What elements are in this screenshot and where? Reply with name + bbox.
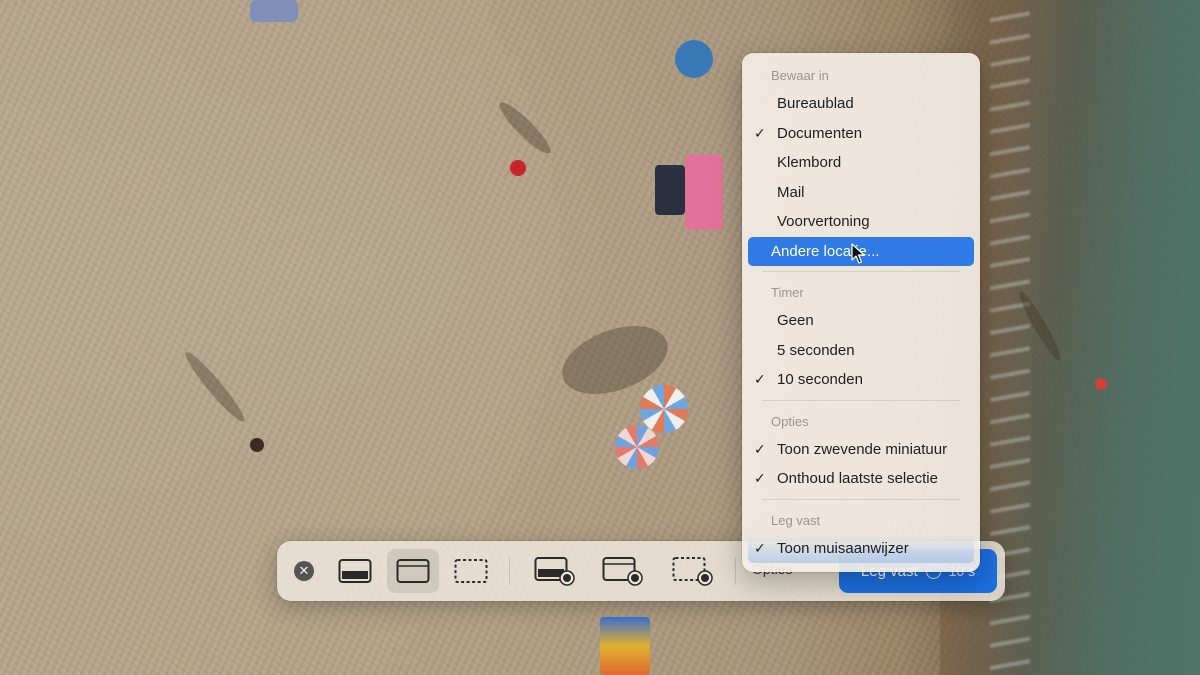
menu-item-label: Documenten	[777, 124, 863, 142]
toolbar-divider	[735, 557, 736, 585]
menu-item-label: 5 seconden	[777, 341, 855, 359]
menu-separator	[762, 271, 960, 272]
beach-umbrella	[675, 40, 713, 78]
menu-item-label: Geen	[777, 312, 814, 329]
capture-selected-portion-button[interactable]	[445, 549, 497, 593]
beach-towel	[655, 165, 685, 215]
menu-section-header-options: Opties	[771, 413, 809, 429]
record-entire-screen-button[interactable]	[529, 549, 581, 593]
checkmark-icon: ✓	[754, 371, 766, 387]
beach-person	[510, 160, 526, 176]
menu-item-desktop[interactable]: Bureaublad	[748, 89, 974, 119]
capture-selected-window-icon	[396, 559, 430, 583]
menu-item-timer-10s[interactable]: ✓ 10 seconden	[748, 365, 974, 395]
record-selected-portion-button[interactable]	[667, 549, 719, 593]
beach-shadow	[180, 348, 250, 426]
close-icon: ✕	[298, 563, 310, 578]
menu-item-label: Bureaublad	[777, 95, 854, 112]
menu-section-header-save-to: Bewaar in	[771, 68, 829, 83]
checkmark-icon: ✓	[754, 124, 766, 141]
beach-umbrella	[615, 425, 659, 469]
checkmark-icon: ✓	[754, 470, 766, 486]
beach-person	[250, 438, 264, 452]
checkmark-icon: ✓	[754, 440, 766, 457]
beach-towel	[250, 0, 298, 22]
beach-shadow	[494, 97, 556, 159]
menu-section-header-timer: Timer	[771, 285, 804, 300]
menu-item-timer-5s[interactable]: 5 seconden	[748, 336, 974, 366]
menu-item-label: Onthoud laatste selectie	[777, 470, 938, 487]
menu-item-timer-none[interactable]: Geen	[748, 306, 974, 336]
menu-item-label: Toon muisaanwijzer	[777, 539, 909, 557]
beach-person	[1095, 378, 1107, 390]
menu-item-label: 10 seconden	[777, 371, 863, 388]
capture-entire-screen-button[interactable]	[329, 549, 381, 593]
record-selected-portion-icon	[672, 557, 713, 586]
close-button[interactable]: ✕	[294, 561, 314, 581]
menu-item-preview[interactable]: Voorvertoning	[748, 207, 974, 237]
mouse-pointer-icon	[851, 243, 865, 264]
beach-umbrella	[640, 385, 688, 433]
menu-separator	[762, 399, 960, 401]
record-window-button[interactable]	[597, 549, 649, 593]
options-menu: Bewaar in Bureaublad ✓ Documenten Klembo…	[742, 53, 980, 572]
menu-item-remember-last-selection[interactable]: ✓ Onthoud laatste selectie	[748, 464, 974, 494]
capture-selected-window-button[interactable]	[387, 549, 439, 593]
menu-item-label: Mail	[777, 183, 805, 201]
beach-towel	[600, 617, 650, 675]
menu-item-label: Klembord	[777, 154, 842, 171]
beach-towel	[685, 155, 723, 230]
menu-item-mail[interactable]: Mail	[748, 178, 974, 208]
menu-item-show-mouse-pointer[interactable]: ✓ Toon muisaanwijzer	[748, 533, 974, 563]
capture-entire-screen-icon	[338, 559, 372, 583]
menu-section-header-capture: Leg vast	[771, 512, 821, 528]
menu-item-show-floating-thumbnail[interactable]: ✓ Toon zwevende miniatuur	[748, 435, 974, 465]
record-window-icon	[602, 557, 643, 586]
menu-separator	[762, 498, 960, 500]
menu-item-label: Toon zwevende miniatuur	[777, 440, 948, 458]
record-entire-screen-icon	[534, 557, 575, 586]
menu-item-documents[interactable]: ✓ Documenten	[748, 119, 974, 149]
menu-item-label: Voorvertoning	[777, 213, 870, 230]
capture-selected-portion-icon	[454, 559, 488, 583]
checkmark-icon: ✓	[754, 539, 766, 556]
menu-item-clipboard[interactable]: Klembord	[748, 148, 974, 178]
toolbar-divider	[509, 557, 510, 585]
